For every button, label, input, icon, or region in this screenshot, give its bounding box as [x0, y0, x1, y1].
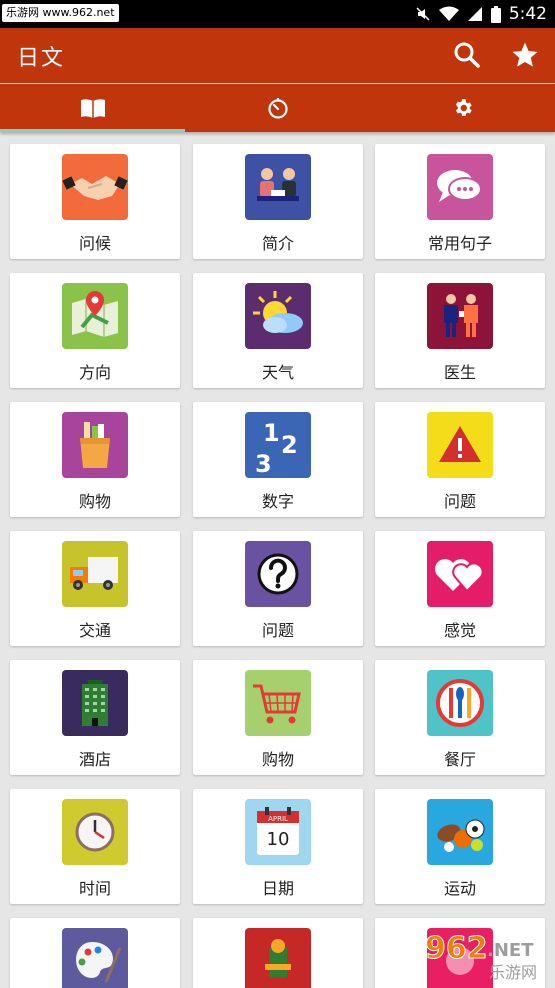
category-label: 运动: [443, 879, 476, 898]
category-label: 问题: [443, 492, 476, 511]
favorites-button[interactable]: [507, 37, 543, 73]
search-icon: [454, 42, 480, 68]
timer-icon: [267, 98, 288, 119]
tab-phrasebook[interactable]: [0, 84, 185, 132]
warning-icon: [427, 412, 493, 478]
watermark-962: 962: [425, 931, 488, 966]
tab-timer[interactable]: [185, 84, 370, 132]
search-button[interactable]: [449, 37, 485, 73]
category-card-problems[interactable]: 问题: [375, 402, 545, 517]
category-card-introduction[interactable]: 简介: [193, 144, 363, 259]
category-card-shopping[interactable]: 购物: [10, 402, 180, 517]
tab-bar: [0, 84, 555, 132]
truck-icon: [62, 541, 128, 607]
category-label: 酒店: [78, 750, 111, 769]
watermark-label: 乐游网 www.962.net: [2, 4, 119, 22]
handshake-icon: [62, 154, 128, 220]
watermark-sub: 乐游网: [489, 963, 537, 982]
category-card-weather[interactable]: 天气: [193, 273, 363, 388]
category-card-feelings[interactable]: 感觉: [375, 531, 545, 646]
clock-time: 5:42: [508, 4, 547, 24]
category-label: 问候: [78, 234, 111, 253]
restaurant-icon: [427, 670, 493, 736]
sun-cloud-icon: [245, 283, 311, 349]
category-card-sports[interactable]: 运动: [375, 789, 545, 904]
wifi-icon: [438, 6, 459, 21]
status-bar: 乐游网 www.962.net 5:42: [0, 0, 555, 28]
palette-icon: [62, 928, 128, 988]
digit-3: 3: [255, 450, 272, 478]
digit-2: 2: [281, 431, 298, 459]
map-pin-icon: [62, 283, 128, 349]
category-label: 感觉: [443, 621, 476, 640]
category-card-questions[interactable]: 问题: [193, 531, 363, 646]
category-label: 数字: [261, 492, 294, 511]
clock-icon: [62, 799, 128, 865]
category-card-restaurant[interactable]: 餐厅: [375, 660, 545, 775]
category-card-art[interactable]: [10, 918, 180, 988]
category-card-directions[interactable]: 方向: [10, 273, 180, 388]
selected-tab-indicator: [0, 129, 185, 132]
chat-bubble-icon: [427, 154, 493, 220]
category-label: 天气: [261, 363, 294, 382]
star-icon: [512, 42, 538, 67]
category-label: 常用句子: [427, 234, 492, 253]
category-label: 时间: [78, 879, 111, 898]
category-label: 餐厅: [443, 750, 476, 769]
sports-balls-icon: [427, 799, 493, 865]
digit-1: 1: [263, 419, 280, 447]
question-icon: [245, 541, 311, 607]
category-label: 简介: [261, 234, 294, 253]
calendar-icon: APRIL 10: [245, 799, 311, 865]
category-card-festival[interactable]: [193, 918, 363, 988]
hearts-icon: [427, 541, 493, 607]
meeting-icon: [245, 154, 311, 220]
category-card-common-phrases[interactable]: 常用句子: [375, 144, 545, 259]
numbers-icon: 123: [245, 412, 311, 478]
hotel-building-icon: [62, 670, 128, 736]
gear-icon: [455, 99, 472, 116]
doctor-icon: [427, 283, 493, 349]
book-icon: [80, 99, 105, 118]
tab-settings[interactable]: [370, 84, 555, 132]
calendar-month: APRIL: [268, 815, 288, 823]
mute-icon: [416, 7, 430, 21]
category-label: 问题: [261, 621, 294, 640]
category-label: 日期: [261, 879, 294, 898]
category-card-doctor[interactable]: 医生: [375, 273, 545, 388]
category-card-hotel[interactable]: 酒店: [10, 660, 180, 775]
category-card-date[interactable]: APRIL 10 日期: [193, 789, 363, 904]
app-bar: 日文: [0, 28, 555, 83]
category-label: 方向: [78, 363, 111, 382]
category-label: 医生: [443, 363, 476, 382]
battery-icon: [490, 5, 501, 23]
category-card-transport[interactable]: 交通: [10, 531, 180, 646]
category-card-numbers[interactable]: 123 数字: [193, 402, 363, 517]
status-icons: 5:42: [415, 0, 547, 28]
category-card-greetings[interactable]: 问候: [10, 144, 180, 259]
category-card-time[interactable]: 时间: [10, 789, 180, 904]
category-label: 购物: [261, 750, 294, 769]
category-label: 交通: [78, 621, 111, 640]
page-title: 日文: [17, 46, 66, 71]
signal-icon: [467, 7, 482, 21]
watermark-net: .NET: [487, 940, 534, 961]
calendar-day: 10: [267, 829, 290, 850]
category-card-shopping-cart[interactable]: 购物: [193, 660, 363, 775]
shopping-bag-icon: [62, 412, 128, 478]
category-label: 购物: [78, 492, 111, 511]
site-watermark: 962 .NET 乐游网: [421, 928, 551, 984]
shopping-cart-icon: [245, 670, 311, 736]
festival-icon: [245, 928, 311, 988]
